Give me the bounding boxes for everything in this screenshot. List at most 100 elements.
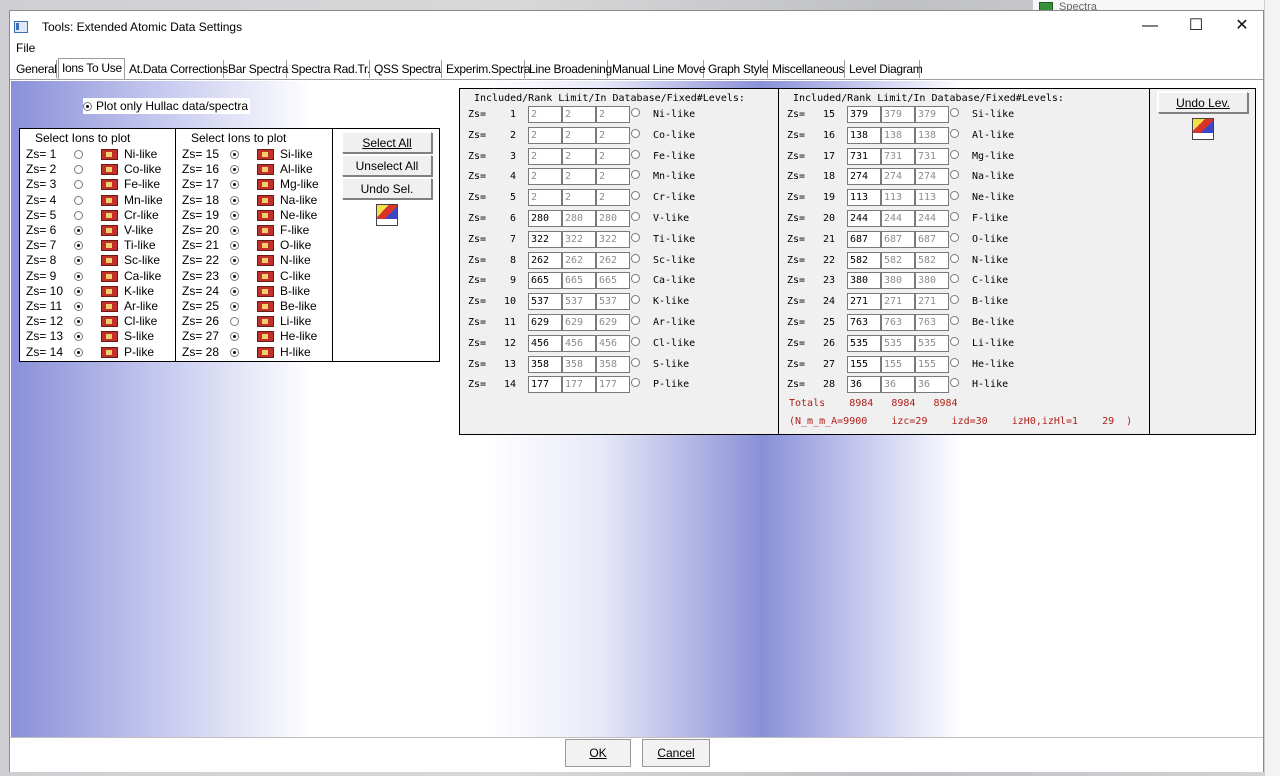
ion-select-radio[interactable]	[74, 165, 83, 175]
rank-limit-field[interactable]: 2	[562, 126, 596, 144]
fixed-levels-radio[interactable]	[950, 295, 959, 305]
in-database-field[interactable]: 138	[915, 126, 949, 144]
rank-limit-field[interactable]: 456	[562, 334, 596, 352]
minimize-button[interactable]: —	[1127, 11, 1173, 41]
in-database-field[interactable]: 177	[596, 376, 630, 394]
included-levels-field[interactable]: 113	[847, 189, 881, 207]
included-levels-field[interactable]: 138	[847, 126, 881, 144]
ion-select-radio[interactable]	[230, 241, 239, 251]
in-database-field[interactable]: 280	[596, 210, 630, 227]
rank-limit-field[interactable]: 177	[562, 376, 596, 394]
rank-limit-field[interactable]: 763	[881, 314, 915, 331]
tab-experim-spectra[interactable]: Experim.Spectra	[443, 60, 531, 78]
graph-icon[interactable]	[257, 316, 274, 328]
tab-at-data-corrections[interactable]: At.Data Corrections	[126, 60, 228, 78]
tab-bar-spectra[interactable]: Bar Spectra	[225, 60, 288, 78]
plot-only-radio[interactable]	[83, 102, 92, 112]
tab-graph-style[interactable]: Graph Style	[705, 60, 768, 78]
rank-limit-field[interactable]: 262	[562, 251, 596, 269]
included-levels-field[interactable]: 244	[847, 210, 881, 227]
rank-limit-field[interactable]: 665	[562, 272, 596, 290]
included-levels-field[interactable]: 665	[528, 272, 562, 290]
graphs-icon[interactable]	[1192, 118, 1214, 140]
in-database-field[interactable]: 379	[915, 106, 949, 123]
rank-limit-field[interactable]: 2	[562, 189, 596, 207]
rank-limit-field[interactable]: 271	[881, 293, 915, 311]
fixed-levels-radio[interactable]	[631, 336, 640, 346]
graph-icon[interactable]	[257, 285, 274, 297]
ion-select-radio[interactable]	[74, 256, 83, 266]
in-database-field[interactable]: 380	[915, 272, 949, 290]
ion-select-radio[interactable]	[74, 241, 83, 251]
rank-limit-field[interactable]: 155	[881, 355, 915, 373]
rank-limit-field[interactable]: 358	[562, 355, 596, 373]
graph-icon[interactable]	[257, 164, 274, 176]
ion-select-radio[interactable]	[230, 317, 239, 327]
ion-select-radio[interactable]	[230, 332, 239, 342]
graph-icon[interactable]	[101, 179, 118, 191]
included-levels-field[interactable]: 2	[528, 189, 562, 207]
graph-icon[interactable]	[101, 301, 118, 312]
ion-select-radio[interactable]	[74, 317, 83, 327]
included-levels-field[interactable]: 36	[847, 376, 881, 394]
rank-limit-field[interactable]: 322	[562, 230, 596, 248]
in-database-field[interactable]: 665	[596, 272, 630, 290]
ion-select-radio[interactable]	[230, 180, 239, 190]
in-database-field[interactable]: 763	[915, 314, 949, 331]
fixed-levels-radio[interactable]	[631, 232, 640, 242]
fixed-levels-radio[interactable]	[631, 191, 640, 201]
included-levels-field[interactable]: 380	[847, 272, 881, 290]
graphs-icon[interactable]	[376, 204, 398, 226]
rank-limit-field[interactable]: 138	[881, 126, 915, 144]
ion-select-radio[interactable]	[230, 226, 239, 235]
fixed-levels-radio[interactable]	[950, 149, 959, 159]
rank-limit-field[interactable]: 36	[881, 376, 915, 394]
fixed-levels-radio[interactable]	[631, 295, 640, 305]
fixed-levels-radio[interactable]	[631, 128, 640, 138]
included-levels-field[interactable]: 155	[847, 355, 881, 373]
fixed-levels-radio[interactable]	[950, 253, 959, 263]
ion-select-radio[interactable]	[230, 302, 239, 311]
graph-icon[interactable]	[257, 240, 274, 252]
in-database-field[interactable]: 456	[596, 334, 630, 352]
in-database-field[interactable]: 36	[915, 376, 949, 394]
ion-select-radio[interactable]	[230, 286, 239, 296]
tab-line-broadening[interactable]: Line Broadening	[526, 60, 612, 78]
ion-select-radio[interactable]	[74, 347, 83, 357]
tab-qss-spectra[interactable]: QSS Spectra	[371, 60, 442, 78]
in-database-field[interactable]: 274	[915, 168, 949, 186]
graph-icon[interactable]	[101, 270, 118, 282]
fixed-levels-radio[interactable]	[950, 128, 959, 138]
in-database-field[interactable]: 537	[596, 293, 630, 311]
in-database-field[interactable]: 113	[915, 189, 949, 207]
rank-limit-field[interactable]: 379	[881, 106, 915, 123]
fixed-levels-radio[interactable]	[950, 170, 959, 180]
graph-icon[interactable]	[101, 316, 118, 328]
included-levels-field[interactable]: 379	[847, 106, 881, 123]
included-levels-field[interactable]: 537	[528, 293, 562, 311]
fixed-levels-radio[interactable]	[631, 316, 640, 325]
ion-select-radio[interactable]	[74, 286, 83, 296]
ion-select-radio[interactable]	[230, 195, 239, 205]
included-levels-field[interactable]: 763	[847, 314, 881, 331]
ion-select-radio[interactable]	[74, 150, 83, 159]
included-levels-field[interactable]: 629	[528, 314, 562, 331]
graph-icon[interactable]	[101, 164, 118, 176]
graph-icon[interactable]	[257, 194, 274, 206]
in-database-field[interactable]: 2	[596, 189, 630, 207]
fixed-levels-radio[interactable]	[631, 378, 640, 388]
graph-icon[interactable]	[101, 240, 118, 252]
graph-icon[interactable]	[257, 149, 274, 160]
included-levels-field[interactable]: 582	[847, 251, 881, 269]
graph-icon[interactable]	[257, 225, 274, 236]
rank-limit-field[interactable]: 2	[562, 168, 596, 186]
fixed-levels-radio[interactable]	[631, 149, 640, 159]
ion-select-radio[interactable]	[74, 271, 83, 281]
ion-select-radio[interactable]	[230, 271, 239, 281]
select-all-button[interactable]: Select All	[342, 132, 432, 153]
in-database-field[interactable]: 629	[596, 314, 630, 331]
graph-icon[interactable]	[257, 255, 274, 267]
in-database-field[interactable]: 155	[915, 355, 949, 373]
tab-level-diagram[interactable]: Level Diagram	[846, 60, 923, 78]
included-levels-field[interactable]: 271	[847, 293, 881, 311]
